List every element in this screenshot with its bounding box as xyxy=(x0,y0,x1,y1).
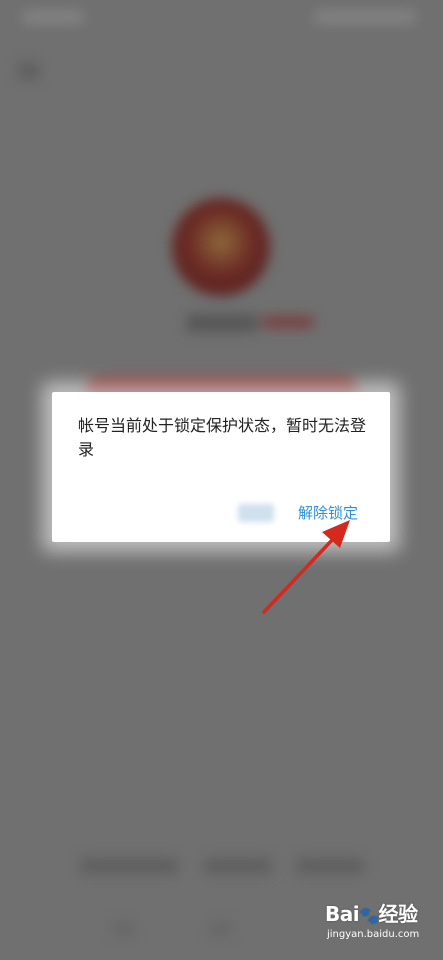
avatar xyxy=(172,198,270,296)
unlock-button[interactable]: 解除锁定 xyxy=(298,502,358,524)
nav-bar-button-1[interactable] xyxy=(112,922,134,936)
lock-alert-dialog: 帐号当前处于锁定保护状态，暂时无法登录 解除锁定 xyxy=(52,392,390,542)
watermark-url: jingyan.baidu.com xyxy=(327,929,420,940)
footer-link-3[interactable] xyxy=(296,858,364,874)
status-bar-left xyxy=(22,10,84,24)
username-label xyxy=(186,314,258,332)
watermark-logo-suffix: 经验 xyxy=(378,902,419,926)
back-arrow-icon[interactable] xyxy=(18,62,40,80)
username-badge xyxy=(262,316,314,328)
login-screen: 帐号当前处于锁定保护状态，暂时无法登录 解除锁定 Bai🐾经验 jingyan.… xyxy=(0,0,443,960)
status-bar-right xyxy=(314,10,416,24)
nav-bar-button-2[interactable] xyxy=(210,922,232,936)
cancel-button[interactable] xyxy=(238,504,274,522)
footer-link-2[interactable] xyxy=(204,858,272,874)
watermark-logo-text: Bai xyxy=(325,902,360,926)
watermark-logo: Bai🐾经验 xyxy=(325,902,418,928)
baidu-jingyan-watermark: Bai🐾经验 jingyan.baidu.com xyxy=(325,902,421,946)
baidu-paw-icon: 🐾 xyxy=(359,906,379,925)
footer-link-1[interactable] xyxy=(80,858,178,874)
dialog-message: 帐号当前处于锁定保护状态，暂时无法登录 xyxy=(78,416,367,459)
